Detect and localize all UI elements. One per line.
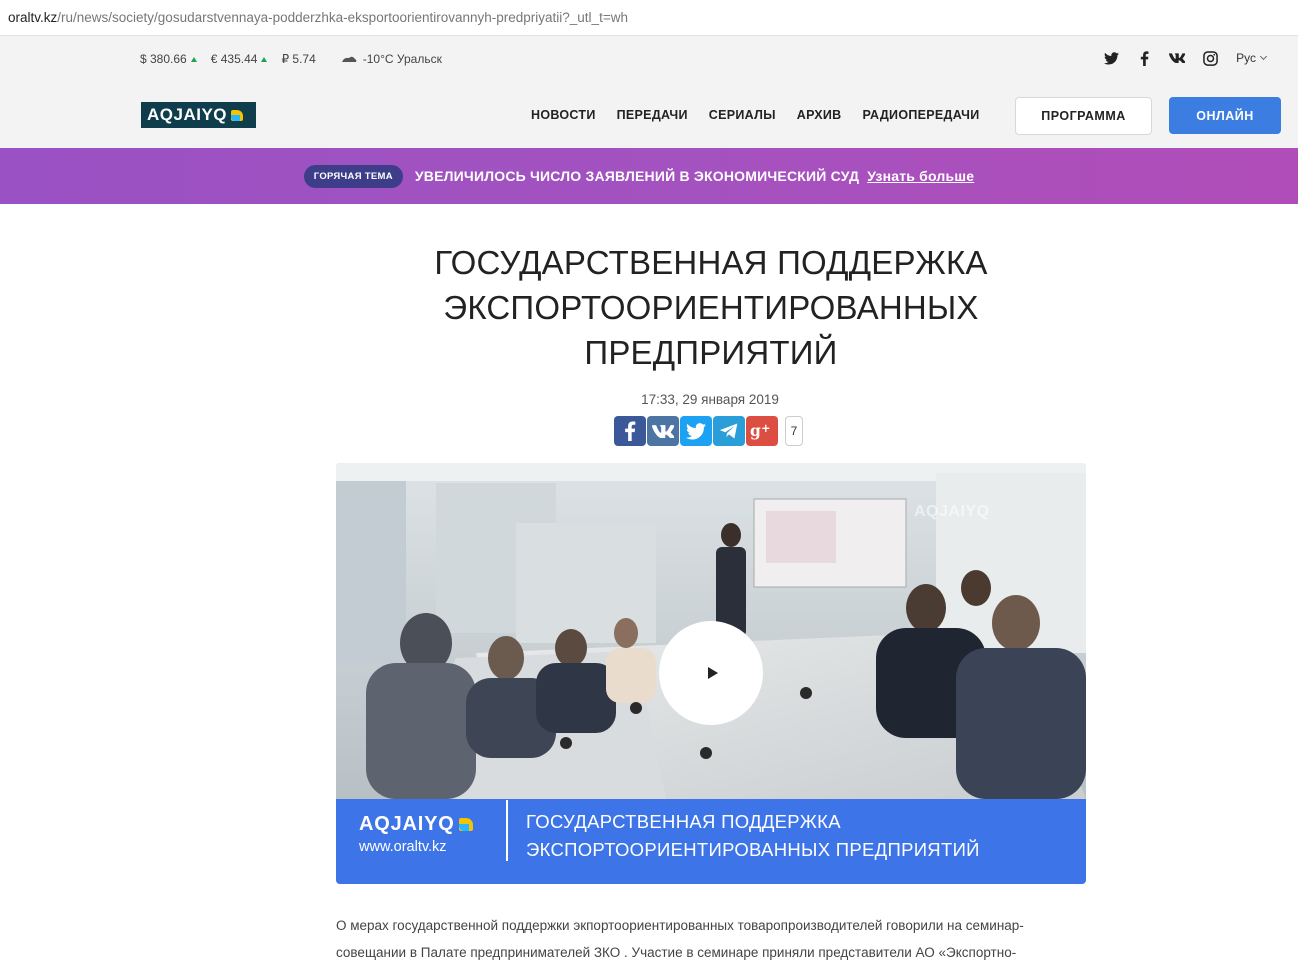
- cloud-sun-icon: [341, 56, 357, 62]
- article-title: ГОСУДАРСТВЕННАЯ ПОДДЕРЖКА ЭКСПОРТООРИЕНТ…: [434, 244, 988, 371]
- svg-text:+: +: [761, 422, 770, 435]
- video-caption-title: ГОСУДАРСТВЕННАЯ ПОДДЕРЖКА ЭКСПОРТООРИЕНТ…: [526, 811, 980, 860]
- logo-mark-icon: [231, 109, 244, 121]
- play-icon: [707, 667, 718, 679]
- hot-topic-text: УВЕЛИЧИЛОСЬ ЧИСЛО ЗАЯВЛЕНИЙ В ЭКОНОМИЧЕС…: [414, 168, 975, 184]
- currency-weather-strip: $ 380.66 € 435.44 ₽ 5.74 -10°C Уральск: [140, 52, 442, 66]
- nav-item-radio[interactable]: РАДИОПЕРЕДАЧИ: [863, 108, 980, 122]
- video-caption-bar: AQJAIYQ www.oraltv.kz ГОСУДАРСТВЕННАЯ ПО…: [336, 799, 1086, 884]
- share-buttons: g + 7: [614, 416, 803, 446]
- facebook-icon[interactable]: [1136, 50, 1152, 66]
- instagram-icon[interactable]: [1202, 50, 1218, 66]
- eur-rate: € 435.44: [211, 52, 268, 66]
- nav-item-shows[interactable]: ПЕРЕДАЧИ: [617, 108, 688, 122]
- usd-rate: $ 380.66: [140, 52, 197, 66]
- trend-up-icon: [261, 56, 268, 62]
- vk-icon[interactable]: [1169, 50, 1186, 66]
- hot-topic-banner: ГОРЯЧАЯ ТЕМА УВЕЛИЧИЛОСЬ ЧИСЛО ЗАЯВЛЕНИЙ…: [0, 148, 1298, 204]
- video-logo: AQJAIYQ: [359, 813, 473, 836]
- social-links: Рус: [1103, 50, 1268, 66]
- telegram-share-icon[interactable]: [713, 416, 745, 446]
- rub-rate: ₽ 5.74: [281, 52, 316, 66]
- logo-mark-icon: [458, 818, 473, 831]
- video-divider: [506, 800, 508, 861]
- site-header: $ 380.66 € 435.44 ₽ 5.74 -10°C Уральск Р…: [0, 36, 1298, 148]
- hot-topic-badge: ГОРЯЧАЯ ТЕМА: [303, 164, 403, 188]
- nav-item-series[interactable]: СЕРИАЛЫ: [709, 108, 776, 122]
- twitter-share-icon[interactable]: [680, 416, 712, 446]
- main-nav: НОВОСТИ ПЕРЕДАЧИ СЕРИАЛЫ АРХИВ РАДИОПЕРЕ…: [531, 108, 980, 122]
- online-button[interactable]: ОНЛАЙН: [1169, 97, 1281, 134]
- svg-text:g: g: [750, 422, 761, 440]
- site-logo[interactable]: AQJAIYQ: [141, 102, 256, 128]
- language-selector[interactable]: Рус: [1236, 51, 1268, 65]
- play-button[interactable]: [659, 621, 763, 725]
- vk-share-icon[interactable]: [647, 416, 679, 446]
- weather: -10°C Уральск: [340, 52, 442, 66]
- body-line: О мерах государственной поддержки экпорт…: [336, 918, 1024, 933]
- trend-up-icon: [190, 56, 197, 62]
- nav-item-news[interactable]: НОВОСТИ: [531, 108, 596, 122]
- nav-item-archive[interactable]: АРХИВ: [797, 108, 842, 122]
- facebook-share-icon[interactable]: [614, 416, 646, 446]
- twitter-icon[interactable]: [1103, 50, 1119, 66]
- article-date: 17:33, 29 января 2019: [641, 392, 779, 407]
- chevron-down-icon: [1259, 52, 1268, 61]
- video-player[interactable]: AQJAIYQ AQJAIYQ www.oraltv.kz ГОСУДАРСТВ…: [336, 463, 1086, 884]
- share-count: 7: [785, 416, 803, 446]
- video-site: www.oraltv.kz: [359, 839, 447, 855]
- video-watermark: AQJAIYQ: [914, 503, 990, 520]
- url-host: oraltv.kz: [8, 10, 58, 25]
- address-bar[interactable]: oraltv.kz/ru/news/society/gosudarstvenna…: [0, 0, 1298, 36]
- url-path: /ru/news/society/gosudarstvennaya-podder…: [57, 10, 628, 25]
- program-button[interactable]: ПРОГРАММА: [1015, 97, 1152, 135]
- google-plus-share-icon[interactable]: g +: [746, 416, 778, 446]
- hot-topic-more-link[interactable]: Узнать больше: [867, 168, 974, 184]
